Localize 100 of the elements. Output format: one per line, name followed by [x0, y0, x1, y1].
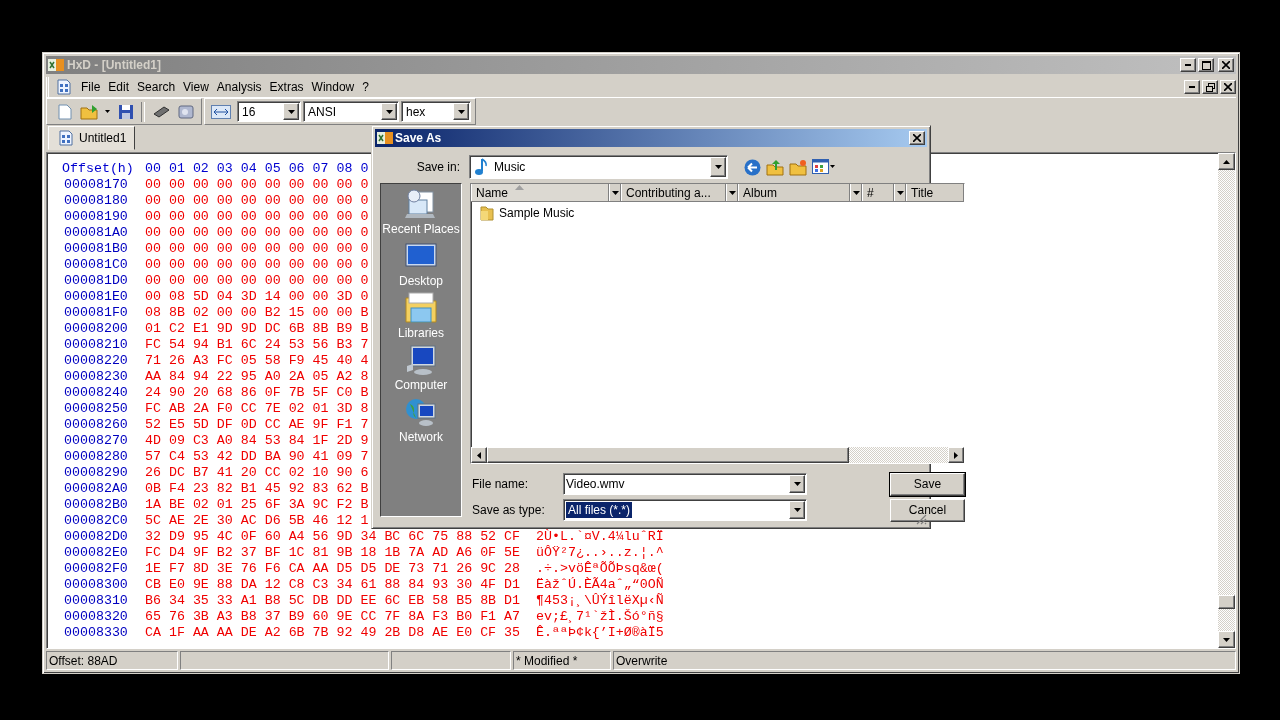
row-offset: 000081A0	[63, 225, 128, 241]
row-offset: 000082D0	[63, 529, 128, 545]
hex-bytes: 57 C4 53 42 DD BA 90 41 09 7	[145, 449, 369, 465]
text-column: ev;£¸7¹`žÌ.Šó°ñ§	[536, 609, 664, 625]
menu-item[interactable]: View	[179, 78, 213, 96]
menu-item[interactable]: ?	[358, 78, 373, 96]
bytes-per-row-select[interactable]: 16	[237, 101, 301, 122]
folder-icon	[79, 103, 100, 120]
row-offset: 000082E0	[63, 545, 128, 561]
caret-icon	[728, 190, 736, 195]
dropdown-button[interactable]	[381, 103, 397, 120]
column-menu-button[interactable]	[726, 184, 738, 201]
row-offset: 000082A0	[63, 481, 128, 497]
folder-icon	[479, 204, 495, 221]
caret-icon	[287, 109, 295, 114]
document-restore-button[interactable]	[1202, 80, 1218, 94]
scroll-up-button[interactable]	[1218, 153, 1235, 170]
hex-bytes: 00 08 5D 04 3D 14 00 00 3D 0	[145, 289, 369, 305]
column-menu-button[interactable]	[850, 184, 862, 201]
places-item[interactable]: Desktop	[381, 240, 461, 292]
column-header[interactable]: #	[862, 184, 894, 201]
libraries-icon	[405, 292, 437, 324]
dropdown-button[interactable]	[283, 103, 299, 120]
menu-item[interactable]: Extras	[265, 78, 308, 96]
column-header[interactable]: Album	[738, 184, 850, 201]
dialog-title: Save As	[395, 131, 442, 145]
window-title: HxD - [Untitled1]	[67, 58, 161, 72]
menu-item[interactable]: Window	[307, 78, 359, 96]
sort-arrow-icon	[515, 185, 524, 190]
hex-bytes: 24 90 20 68 86 0F 7B 5F C0 B	[145, 385, 369, 401]
minimize-button[interactable]	[1180, 58, 1196, 72]
menu-item[interactable]: Search	[133, 78, 180, 96]
text-column: üÔŸ²7¿..›..z.¦.^	[536, 545, 664, 561]
hex-bytes: 00 00 00 00 00 00 00 00 00 0	[145, 273, 369, 289]
dropdown-button[interactable]	[710, 157, 726, 177]
menu-item[interactable]: Edit	[104, 78, 134, 96]
row-offset: 00008190	[63, 209, 128, 225]
file-name-field[interactable]: Video.wmv	[563, 473, 807, 495]
music-note-icon	[474, 158, 488, 176]
app-logo-icon	[48, 58, 64, 72]
hex-bytes: 08 8B 02 00 00 B2 15 00 00 B	[145, 305, 369, 321]
close-button[interactable]	[909, 131, 925, 145]
scrollbar-thumb[interactable]	[487, 447, 849, 463]
folder-entry[interactable]: Sample Music	[479, 204, 575, 221]
row-offset: 000082F0	[63, 561, 128, 577]
column-header[interactable]: Contributing a...	[621, 184, 726, 201]
menu-item[interactable]: File	[77, 78, 105, 96]
row-offset: 000081F0	[63, 305, 128, 321]
row-offset: 000081B0	[63, 241, 128, 257]
computer-icon	[405, 344, 437, 376]
cancel-button[interactable]: Cancel	[890, 498, 965, 522]
hex-bytes: AA 84 94 22 95 A0 2A 05 A2 8	[145, 369, 369, 385]
memory-chip-icon	[151, 104, 170, 119]
save-in-select[interactable]: Music	[469, 155, 728, 179]
hex-bytes: 01 C2 E1 9D 9D DC 6B 8B B9 B	[145, 321, 369, 337]
hex-bytes: 26 DC B7 41 20 CC 02 10 90 6	[145, 465, 369, 481]
hex-bytes: 0B F4 23 82 B1 45 92 83 62 B	[145, 481, 369, 497]
save-button[interactable]: Save	[890, 472, 965, 496]
scroll-down-button[interactable]	[1218, 631, 1235, 648]
hex-bytes: 00 00 00 00 00 00 00 00 00 0	[145, 193, 369, 209]
menu-item[interactable]: Analysis	[212, 78, 266, 96]
places-item[interactable]: Computer	[381, 344, 461, 396]
hex-bytes: 32 D9 95 4C 0F 60 A4 56 9D 34 BC 6C 75 88 52 CF	[145, 529, 521, 545]
dropdown-button[interactable]	[789, 475, 805, 493]
file-name-label: File name:	[471, 477, 530, 491]
scroll-left-button[interactable]	[471, 447, 487, 463]
row-offset: 000081D0	[63, 273, 128, 289]
caret-icon	[105, 110, 110, 113]
hex-bytes: 00 00 00 00 00 00 00 00 00 0	[145, 257, 369, 273]
places-item[interactable]: Network	[381, 396, 461, 448]
column-menu-button[interactable]	[894, 184, 906, 201]
charset-select[interactable]: ANSI	[303, 101, 399, 122]
up-arrow-icon	[1223, 159, 1230, 164]
places-item[interactable]: Recent Places	[381, 188, 461, 240]
caret-icon	[896, 190, 904, 195]
column-menu-button[interactable]	[609, 184, 621, 201]
dropdown-button[interactable]	[453, 103, 469, 120]
offset-base-select[interactable]: hex	[401, 101, 471, 122]
save-type-select[interactable]: All files (*.*)	[563, 499, 807, 521]
maximize-button[interactable]	[1198, 58, 1214, 72]
hex-bytes: B6 34 35 33 A1 B8 5C DB DD EE 6C EB 58 B5 8B D1	[145, 593, 521, 609]
text-column: ¶453¡¸\ÛÝîlëXµ‹Ñ	[536, 593, 664, 609]
scrollbar-thumb[interactable]	[1218, 595, 1235, 609]
document-close-button[interactable]	[1220, 80, 1236, 94]
places-item[interactable]: Libraries	[381, 292, 461, 344]
text-column: Ê.ªªÞ¢k{’I+Ø®àÏ5	[536, 625, 664, 641]
document-minimize-button[interactable]	[1184, 80, 1200, 94]
column-header[interactable]: Name	[471, 184, 609, 201]
offset-header: Offset(h)	[62, 161, 134, 177]
back-button[interactable]	[744, 157, 761, 177]
hex-bytes: FC D4 9F B2 37 BF 1C 81 9B 18 1B 7A AD A6 0F 5E	[145, 545, 521, 561]
row-offset: 00008260	[63, 417, 128, 433]
network-icon	[405, 396, 437, 428]
view-menu-button[interactable]	[812, 157, 836, 177]
dropdown-button[interactable]	[789, 501, 805, 519]
document-tab[interactable]: Untitled1	[48, 126, 136, 150]
status-offset: Offset: 88AD	[46, 651, 178, 670]
close-button[interactable]	[1218, 58, 1234, 72]
column-header[interactable]: Title	[906, 184, 964, 201]
scroll-right-button[interactable]	[948, 447, 964, 463]
